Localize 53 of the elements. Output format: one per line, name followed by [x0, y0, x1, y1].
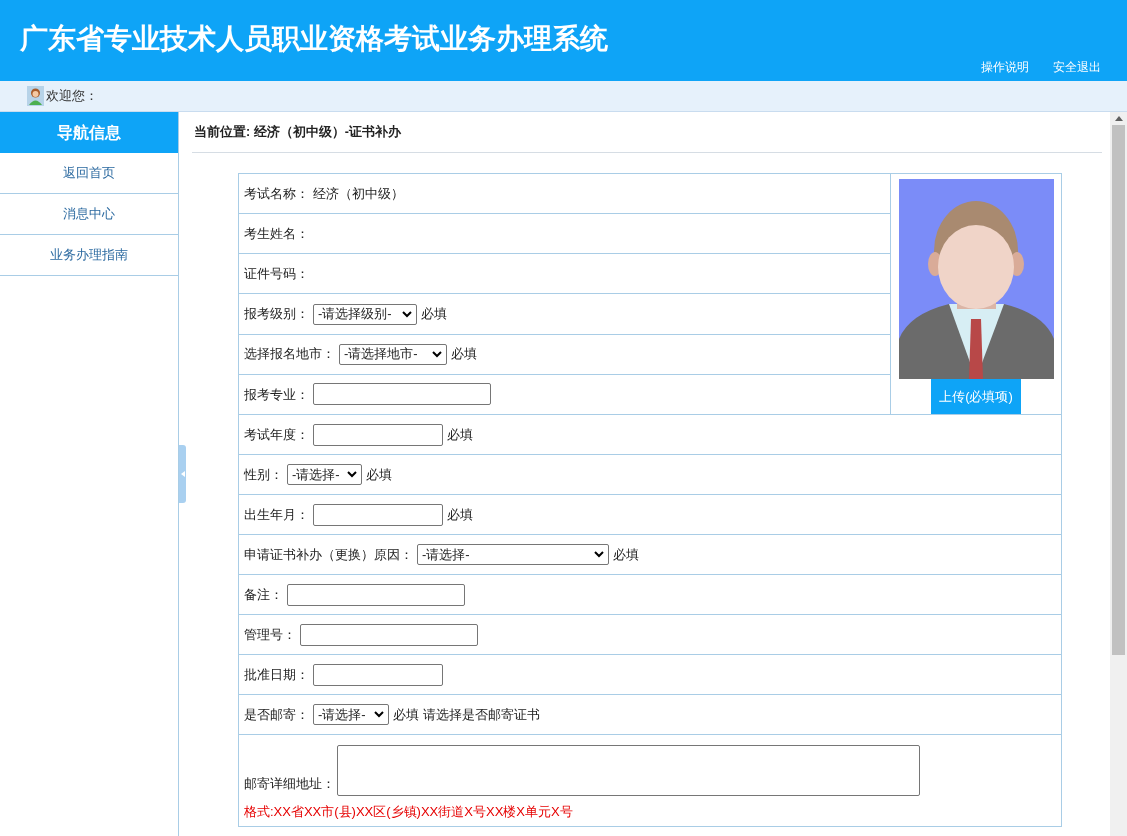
sidebar-item[interactable]: 业务办理指南	[0, 235, 178, 276]
collapse-handle[interactable]	[179, 445, 186, 503]
caret-icon	[374, 711, 384, 718]
welcome-label: 欢迎您：	[46, 87, 98, 106]
field-note: 请选择是否邮寄证书	[423, 705, 540, 724]
field-label: 批准日期：	[244, 665, 309, 684]
field-note: 必填	[613, 545, 639, 564]
user-icon	[27, 86, 44, 106]
caret-icon	[594, 551, 604, 558]
select-field[interactable]: -请选择-	[287, 464, 362, 485]
field-label: 考试名称：	[244, 184, 309, 203]
input-field[interactable]	[313, 383, 491, 406]
input-field[interactable]	[313, 663, 443, 686]
field-label: 报考专业：	[244, 385, 309, 404]
caret-icon	[347, 471, 357, 478]
arrow-left-icon	[180, 471, 185, 477]
caret-icon	[402, 310, 412, 318]
breadcrumb: 当前位置: 经济（初中级）-证书补办	[192, 112, 1102, 153]
input-field[interactable]	[300, 623, 478, 646]
field-label: 考试年度：	[244, 425, 309, 444]
field-note: 必填	[451, 345, 477, 364]
field-label: 证件号码：	[244, 265, 309, 284]
system-title: 广东省专业技术人员职业资格考试业务办理系统	[20, 22, 608, 56]
field-value: 经济（初中级）	[313, 184, 404, 203]
field-label: 邮寄详细地址：	[244, 775, 335, 794]
field-label: 选择报名地市：	[244, 345, 335, 364]
field-label: 申请证书补办（更换）原因：	[244, 545, 413, 564]
caret-icon	[432, 350, 442, 358]
field-label: 性别：	[244, 465, 283, 484]
field-label: 备注：	[244, 585, 283, 604]
field-label: 考生姓名：	[244, 225, 309, 243]
select-field[interactable]: -请选择-	[417, 544, 609, 565]
textarea-field[interactable]	[337, 744, 920, 796]
field-label: 报考级别：	[244, 305, 309, 324]
input-field[interactable]	[313, 503, 443, 526]
sidebar-item[interactable]: 返回首页	[0, 153, 178, 194]
select-field[interactable]: -请选择地市-	[339, 343, 447, 365]
field-note: 必填	[447, 505, 473, 524]
field-note: 必填	[447, 425, 473, 444]
field-note: 必填	[393, 705, 419, 724]
input-field[interactable]	[313, 423, 443, 446]
sidebar-item[interactable]: 消息中心	[0, 194, 178, 235]
select-field[interactable]: -请选择-	[313, 704, 389, 725]
field-label: 出生年月：	[244, 505, 309, 524]
field-note: 必填	[366, 465, 392, 484]
select-field[interactable]: -请选择级别-	[313, 303, 417, 325]
scroll-up-icon[interactable]	[1114, 116, 1123, 121]
field-label: 是否邮寄：	[244, 705, 309, 724]
format-hint: 格式:XX省XX市(县)XX区(乡镇)XX街道X号XX楼X单元X号	[244, 802, 574, 821]
field-note: 必填	[421, 305, 447, 324]
field-label: 管理号：	[244, 625, 296, 644]
sidebar-title: 导航信息	[0, 112, 178, 153]
input-field[interactable]	[287, 583, 465, 606]
